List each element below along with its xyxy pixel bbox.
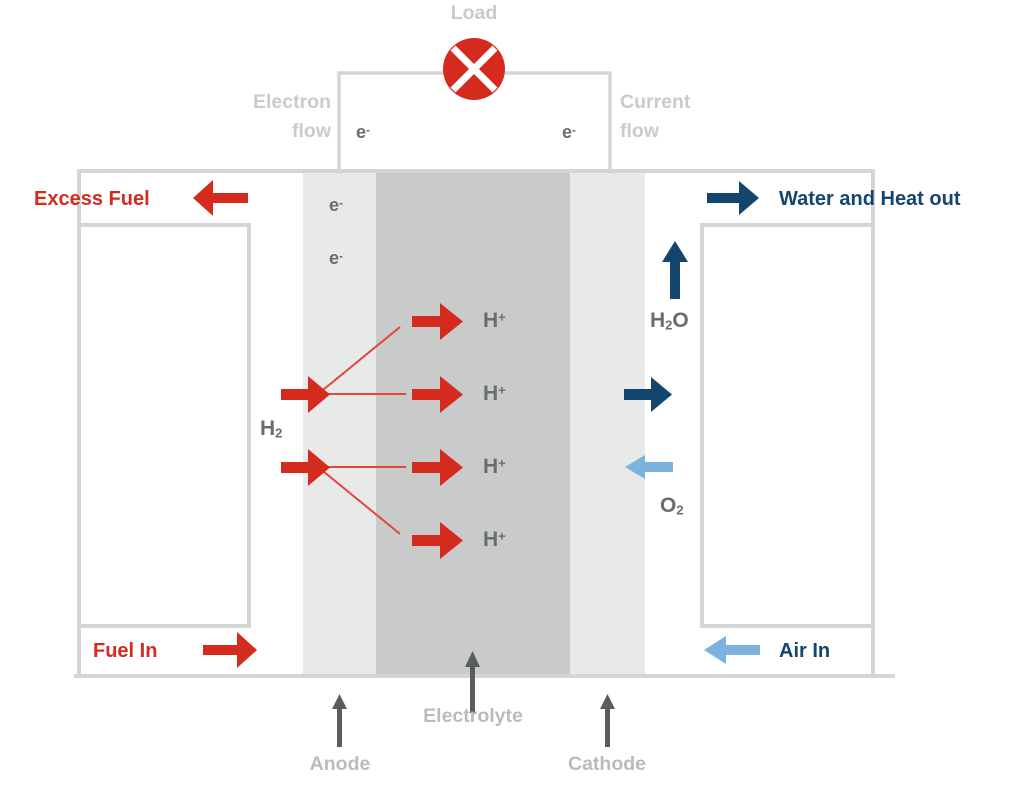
current-flow-label-line1: Current [620, 91, 691, 113]
air-in-arrow [704, 636, 760, 664]
current-flow-label-line2: flow [620, 120, 659, 142]
load-symbol [443, 38, 505, 100]
proton-label-2: H+ [483, 382, 506, 405]
cathode-label: Cathode [568, 753, 646, 775]
air-in-label: Air In [779, 640, 831, 662]
h2o-up-arrow [662, 241, 688, 299]
cathode-electrode-plate [570, 172, 645, 675]
excess-fuel-arrow [193, 180, 248, 216]
anode-electron-1: e- [329, 195, 344, 215]
fuel-in-arrow [203, 632, 257, 668]
excess-fuel-label: Excess Fuel [34, 188, 150, 210]
air-flow-arrows [625, 455, 760, 664]
anode-channel-inner-wall [79, 223, 251, 628]
diagram-canvas [74, 38, 895, 747]
electron-flow-label-line2: flow [292, 120, 331, 142]
proton-label-1: H+ [483, 309, 506, 332]
o2-species-label: O2 [660, 494, 684, 518]
cathode-callout-arrow [600, 694, 615, 747]
water-heat-out-label: Water and Heat out [779, 188, 961, 210]
anode-callout-arrow [332, 694, 347, 747]
load-label: Load [450, 2, 498, 24]
h2o-species-label: H2O [650, 309, 689, 333]
electrolyte-membrane [376, 172, 570, 675]
cathode-channel-inner-wall [700, 223, 873, 628]
circuit-electron-right: e- [562, 122, 577, 142]
circuit-electron-left: e- [356, 122, 371, 142]
water-heat-out-arrow [707, 181, 759, 215]
proton-label-3: H+ [483, 455, 506, 478]
anode-label: Anode [309, 753, 371, 775]
fuel-in-label: Fuel In [93, 640, 158, 662]
h2-species-label: H2 [260, 417, 283, 441]
anode-electrode-plate [303, 172, 376, 675]
proton-label-4: H+ [483, 528, 506, 551]
electron-flow-label-line1: Electron [252, 91, 331, 113]
cell-columns [303, 172, 645, 675]
fuel-cell-diagram: Load Electron flow Current flow e- e- Ex… [0, 0, 1024, 792]
electrolyte-label: Electrolyte [423, 705, 523, 727]
anode-electron-2: e- [329, 248, 344, 268]
